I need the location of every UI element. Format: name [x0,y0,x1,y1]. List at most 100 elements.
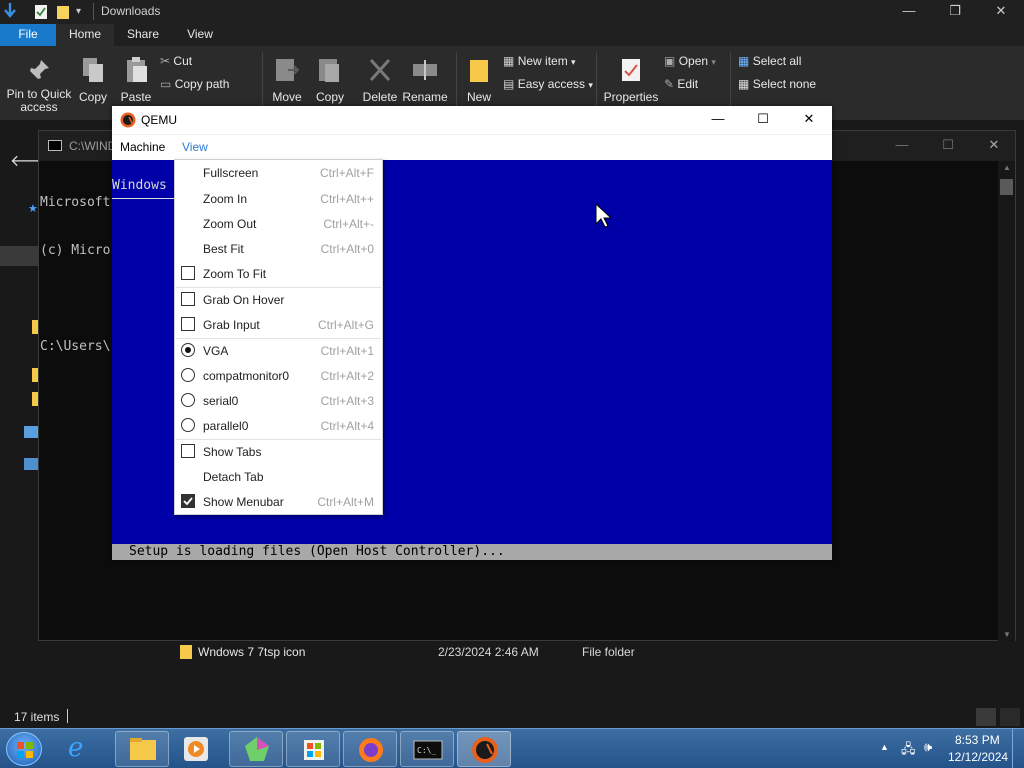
copy-button[interactable]: Copy [76,56,110,104]
pin-quick-access-button[interactable]: Pin to Quick access [4,58,74,114]
explorer-close-button[interactable]: ✕ [978,0,1024,24]
menu-item-grab-on-hover[interactable]: Grab On Hover [175,287,382,312]
radio-icon[interactable] [181,418,195,432]
volume-tray-icon[interactable]: 🕪 [924,739,932,755]
tab-file[interactable]: File [0,24,56,46]
copy-icon [76,56,110,87]
qemu-maximize-button[interactable]: ☐ [740,108,786,132]
start-orb-icon[interactable] [6,732,42,766]
explorer-ribbon-tabs: File Home Share View [0,24,1024,46]
radio-icon[interactable] [181,368,195,382]
cut-button[interactable]: ✂ Cut [160,54,192,68]
paste-button[interactable]: Paste [118,56,154,104]
taskbar-firefox-button[interactable] [343,731,397,767]
menu-item-detach-tab[interactable]: Detach Tab [175,464,382,489]
table-row[interactable]: Wndows 7 7tsp icon 2/23/2024 2:46 AM Fil… [180,642,680,662]
ribbon-divider [730,52,731,114]
taskbar: e C:\_ ▲ 🖧 🕪 8:53 PM 12/12/2024 [0,728,1024,768]
new-folder-button[interactable]: New [462,56,496,104]
menu-item-fullscreen[interactable]: Fullscreen Ctrl+Alt+F [175,160,382,185]
delete-button[interactable]: Delete [360,56,400,104]
menu-item-zoom-out[interactable]: Zoom Out Ctrl+Alt+- [175,211,382,236]
clock-time[interactable]: 8:53 PM [955,733,1000,747]
menu-item-label: Zoom To Fit [203,267,267,281]
menu-item-zoom-in[interactable]: Zoom In Ctrl+Alt++ [175,186,382,211]
menu-item-vga[interactable]: VGA Ctrl+Alt+1 [175,338,382,363]
show-desktop-button[interactable] [1012,729,1024,768]
network-tray-icon[interactable]: 🖧 [901,740,916,762]
qemu-title: QEMU [141,113,177,127]
taskbar-explorer-button[interactable] [115,731,169,767]
new-item-button[interactable]: ▦ New item ▾ [503,54,576,68]
menu-item-label: Grab On Hover [203,293,285,307]
scroll-down-icon[interactable]: ▼ [1003,630,1011,639]
internet-explorer-icon[interactable]: e [68,733,83,763]
menu-item-show-tabs[interactable]: Show Tabs [175,439,382,464]
network-icon[interactable] [24,458,38,470]
menu-item-compatmonitor0[interactable]: compatmonitor0 Ctrl+Alt+2 [175,363,382,388]
customize-qa-icon[interactable]: ▾ [76,6,81,22]
move-to-button[interactable]: Move [268,56,306,104]
easy-access-button[interactable]: ▤ Easy access ▾ [503,77,593,91]
checkbox-icon[interactable] [181,317,195,331]
copy-path-button[interactable]: ▭ Copy path [160,77,229,91]
checkbox-checked-icon[interactable] [181,494,195,508]
edit-button[interactable]: ✎ Edit [664,77,698,91]
explorer-status-bar: 17 items [0,706,1024,728]
taskbar-qemu-button[interactable] [457,731,511,767]
copy-to-button[interactable]: Copy [312,56,348,104]
menu-view[interactable]: View [182,140,208,154]
menu-item-serial0[interactable]: serial0 Ctrl+Alt+3 [175,388,382,413]
menu-item-show-menubar[interactable]: Show Menubar Ctrl+Alt+M [175,489,382,514]
open-button[interactable]: ▣ Open ▾ [664,54,716,68]
scroll-up-icon[interactable]: ▲ [1003,163,1011,172]
qemu-minimize-button[interactable]: — [695,108,741,132]
menu-item-shortcut: Ctrl+Alt+- [323,217,374,231]
show-hidden-icons-icon[interactable]: ▲ [880,742,889,752]
taskbar-store-button[interactable] [286,731,340,767]
properties-button[interactable]: Properties [602,56,660,104]
properties-qa-icon[interactable] [34,4,48,20]
cmd-scrollbar[interactable]: ▲ ▼ [998,161,1015,641]
large-icons-view-icon[interactable] [1000,708,1020,726]
menu-item-label: Zoom In [203,192,248,206]
nav-selected-item[interactable] [0,246,38,266]
checkbox-icon[interactable] [181,292,195,306]
explorer-minimize-button[interactable]: — [886,0,932,24]
quick-access-star-icon[interactable]: ★ [28,202,38,215]
select-all-button[interactable]: ▦ Select all [738,54,801,68]
menu-item-grab-input[interactable]: Grab Input Ctrl+Alt+G [175,312,382,337]
taskbar-cmd-button[interactable]: C:\_ [400,731,454,767]
radio-icon[interactable] [181,393,195,407]
details-view-icon[interactable] [976,708,996,726]
checkbox-icon[interactable] [181,444,195,458]
cmd-minimize-button[interactable]: — [879,134,925,158]
cmd-scroll-thumb[interactable] [1000,179,1013,195]
tab-home[interactable]: Home [56,24,114,46]
menu-item-parallel0[interactable]: parallel0 Ctrl+Alt+4 [175,413,382,438]
rename-button[interactable]: Rename [402,56,448,104]
this-pc-icon[interactable] [24,426,38,438]
explorer-maximize-button[interactable]: ❐ [932,0,978,24]
qa-divider [93,3,94,20]
tab-share[interactable]: Share [114,24,172,46]
select-none-button[interactable]: ▦ Select none [738,77,816,91]
mouse-cursor-icon [595,202,613,232]
checkbox-icon[interactable] [181,266,195,280]
cmd-close-button[interactable]: ✕ [971,134,1017,158]
copy-label: Copy [78,90,107,104]
new-folder-qa-icon[interactable] [56,4,70,20]
taskbar-app-button[interactable] [229,731,283,767]
setup-header-underline [112,198,174,199]
menu-item-best-fit[interactable]: Best Fit Ctrl+Alt+0 [175,236,382,261]
qemu-close-button[interactable]: ✕ [786,108,832,132]
menu-item-zoom-to-fit[interactable]: Zoom To Fit [175,261,382,286]
tab-view[interactable]: View [172,24,228,46]
cmd-maximize-button[interactable]: ☐ [925,134,971,158]
cmd-icon [48,140,62,151]
media-player-icon[interactable] [184,737,208,761]
radio-selected-icon[interactable] [181,343,195,357]
clock-date[interactable]: 12/12/2024 [948,750,1008,764]
menu-machine[interactable]: Machine [120,140,165,154]
down-arrow-icon[interactable] [2,2,18,18]
